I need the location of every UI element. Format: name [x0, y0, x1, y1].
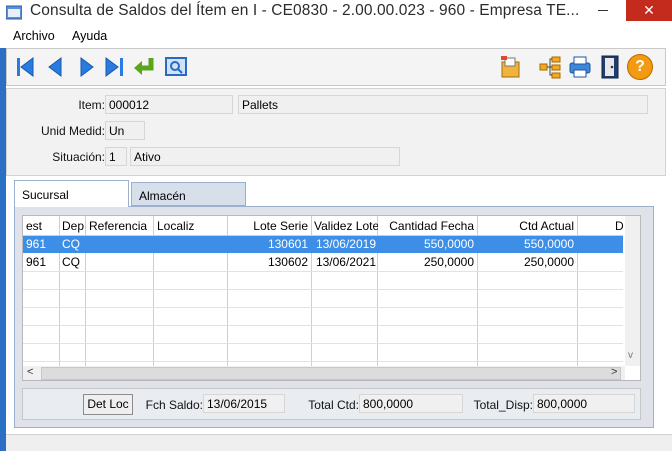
report-icon[interactable] [497, 54, 523, 80]
total-disp-field[interactable]: 800,0000 [533, 394, 635, 413]
fch-saldo-label: Fch Saldo: [145, 398, 203, 412]
cell-validez-lote: 13/06/2021 [315, 255, 376, 269]
next-record-icon[interactable] [73, 54, 99, 80]
first-record-icon[interactable] [13, 54, 39, 80]
close-button[interactable]: ✕ [626, 0, 672, 21]
window-title: Consulta de Saldos del Ítem en I - CE083… [30, 2, 580, 19]
table-row-selected[interactable]: 961 CQ 130601 13/06/2019 550,0000 550,00… [23, 235, 623, 253]
tab-sucursal[interactable]: Sucursal [14, 180, 129, 207]
app-icon [6, 5, 22, 20]
cell-est: 961 [26, 237, 47, 251]
balances-grid: est Dep Referencia Localiz Lote Serie Va… [22, 215, 641, 381]
enter-arrow-icon[interactable] [131, 54, 157, 80]
column-header-dep[interactable]: Dep [60, 217, 86, 235]
column-header-lote-serie[interactable]: Lote Serie [228, 217, 310, 235]
menu-archivo[interactable]: Archivo [13, 29, 55, 43]
scroll-left-icon[interactable]: < [27, 366, 33, 378]
item-description-field[interactable]: Pallets [238, 95, 648, 114]
cell-referencia [87, 253, 153, 271]
minimize-button[interactable] [588, 0, 618, 21]
status-label: Situación: [52, 150, 105, 164]
column-header-est[interactable]: est [24, 217, 58, 235]
status-code-field[interactable]: 1 [105, 147, 127, 166]
scroll-down-icon[interactable]: v [628, 350, 633, 361]
column-header-localiz[interactable]: Localiz [155, 217, 225, 235]
tree-structure-icon[interactable] [537, 54, 563, 80]
cell-lote-serie: 130602 [267, 255, 308, 269]
item-label: Item: [78, 98, 105, 112]
cell-cantidad-fecha: 250,0000 [423, 255, 474, 269]
cell-ctd-actual: 550,0000 [523, 237, 574, 251]
last-record-icon[interactable] [101, 54, 127, 80]
column-header-referencia[interactable]: Referencia [87, 217, 153, 235]
tab-almacen[interactable]: Almacén [131, 182, 246, 206]
total-ctd-field[interactable]: 800,0000 [359, 394, 463, 413]
cell-localiz [155, 253, 225, 271]
column-header-ctd-actual[interactable]: Ctd Actual [478, 217, 576, 235]
cell-lote-serie: 130601 [267, 237, 308, 251]
cell-cantidad-fecha: 550,0000 [423, 237, 474, 251]
column-header-cantidad-fecha[interactable]: Cantidad Fecha [378, 217, 476, 235]
unit-label: Unid Medid: [40, 124, 105, 138]
unit-field[interactable]: Un [105, 121, 145, 140]
column-header-validez-lote[interactable]: Validez Lote [312, 217, 378, 235]
horizontal-scroll-thumb[interactable] [41, 367, 621, 380]
status-description-field[interactable]: Ativo [130, 147, 400, 166]
status-bar [6, 434, 672, 451]
cell-localiz [155, 235, 225, 253]
help-icon[interactable]: ? [627, 54, 653, 80]
det-loc-button[interactable]: Det Loc [83, 394, 133, 415]
cell-referencia [87, 235, 153, 253]
item-code-field[interactable]: 000012 [105, 95, 233, 114]
menu-ayuda[interactable]: Ayuda [72, 29, 107, 43]
cell-validez-lote: 13/06/2019 [315, 237, 376, 251]
previous-record-icon[interactable] [43, 54, 69, 80]
item-header-panel: Item: 000012 Pallets Unid Medid: Un Situ… [6, 88, 666, 176]
print-icon[interactable] [567, 54, 593, 80]
cell-dep: CQ [62, 237, 80, 251]
scroll-right-icon[interactable]: > [611, 366, 617, 378]
toolbar: ? [6, 48, 666, 86]
horizontal-scrollbar[interactable]: < > [23, 366, 625, 380]
fch-saldo-field[interactable]: 13/06/2015 [203, 394, 285, 413]
vertical-scrollbar[interactable]: v [625, 216, 640, 366]
cell-dep: CQ [62, 255, 80, 269]
total-ctd-label: Total Ctd: [308, 398, 359, 412]
total-disp-label: Total_Disp: [473, 398, 533, 412]
exit-door-icon[interactable] [597, 54, 623, 80]
totals-footer: Det Loc Fch Saldo: 13/06/2015 Total Ctd:… [22, 388, 641, 420]
cell-est: 961 [26, 255, 47, 269]
title-bar: Consulta de Saldos del Ítem en I - CE083… [0, 0, 672, 26]
cell-ctd-actual: 250,0000 [523, 255, 574, 269]
column-header-d[interactable]: D [613, 217, 625, 235]
search-screen-icon[interactable] [163, 54, 189, 80]
menu-bar: Archivo Ayuda [0, 26, 672, 47]
